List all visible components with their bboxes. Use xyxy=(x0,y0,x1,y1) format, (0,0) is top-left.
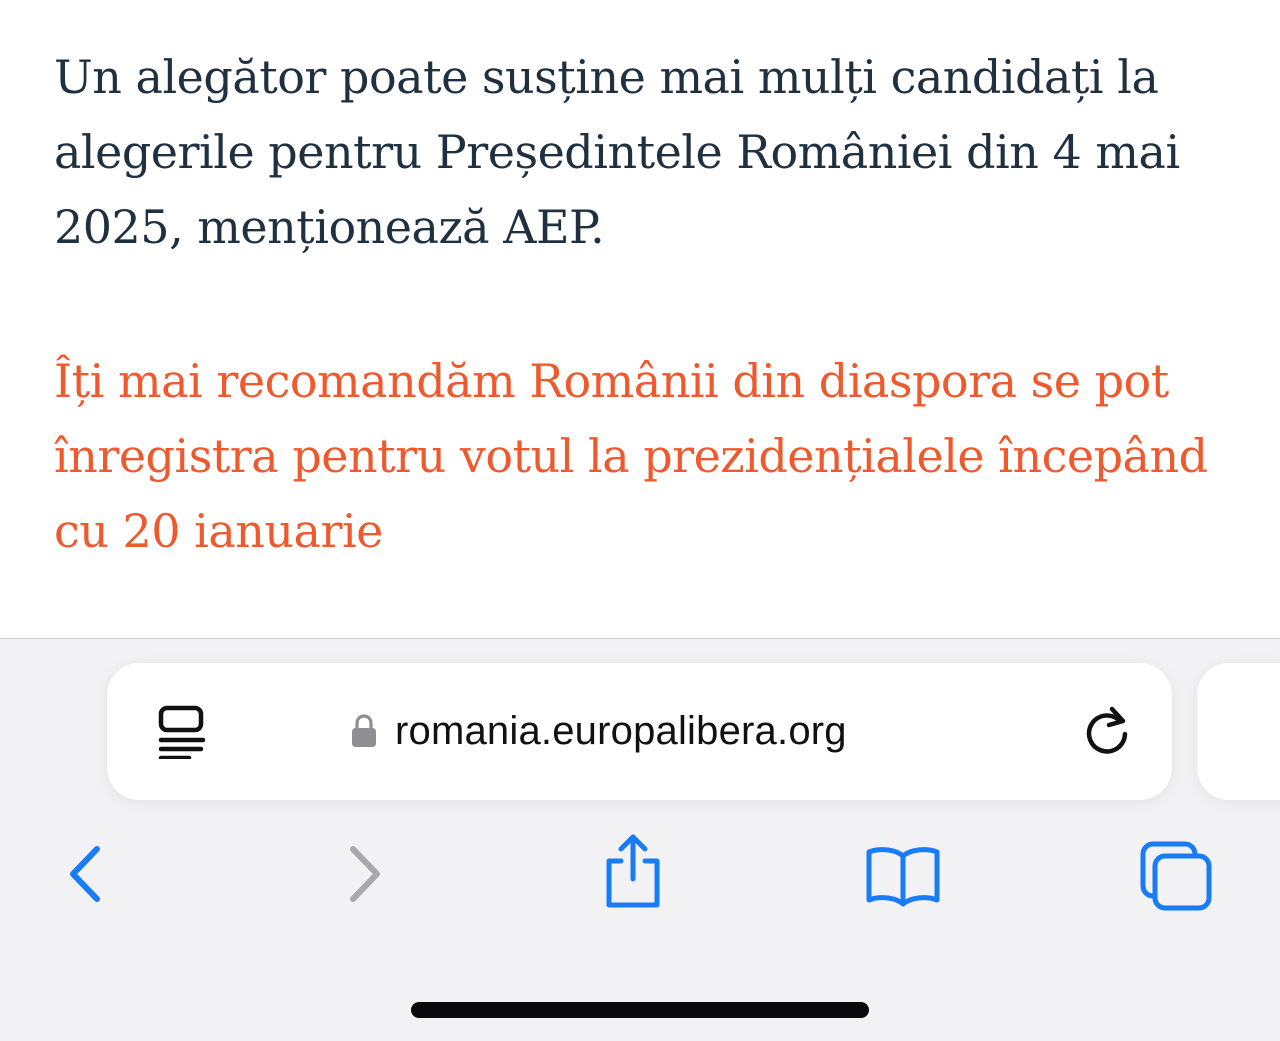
address-bar[interactable]: romania.europalibera.org xyxy=(107,663,1172,800)
url-text: romania.europalibera.org xyxy=(395,708,847,753)
browser-toolbar: romania.europalibera.org xyxy=(0,638,1280,1041)
tabs-button[interactable] xyxy=(1137,836,1217,916)
chevron-left-icon xyxy=(70,846,100,902)
book-icon xyxy=(866,847,940,907)
url-display[interactable]: romania.europalibera.org xyxy=(351,701,847,761)
article-content: Un alegător poate susține mai mulți cand… xyxy=(0,0,1280,638)
reload-icon[interactable] xyxy=(1082,703,1134,759)
lock-icon xyxy=(352,714,376,747)
forward-button[interactable] xyxy=(325,834,405,914)
article-paragraph: Un alegător poate susține mai mulți cand… xyxy=(54,50,1180,254)
recommended-article-link[interactable]: Îți mai recomandăm Românii din diaspora … xyxy=(54,344,1234,569)
reader-mode-icon[interactable] xyxy=(157,705,209,759)
tabs-icon xyxy=(1140,841,1212,911)
share-button[interactable] xyxy=(593,831,673,911)
bookmarks-button[interactable] xyxy=(863,836,943,916)
home-indicator[interactable] xyxy=(411,1002,869,1018)
next-tab-address-bar[interactable] xyxy=(1197,663,1280,800)
back-button[interactable] xyxy=(45,834,125,914)
share-icon xyxy=(606,834,660,908)
chevron-right-icon xyxy=(350,846,380,902)
